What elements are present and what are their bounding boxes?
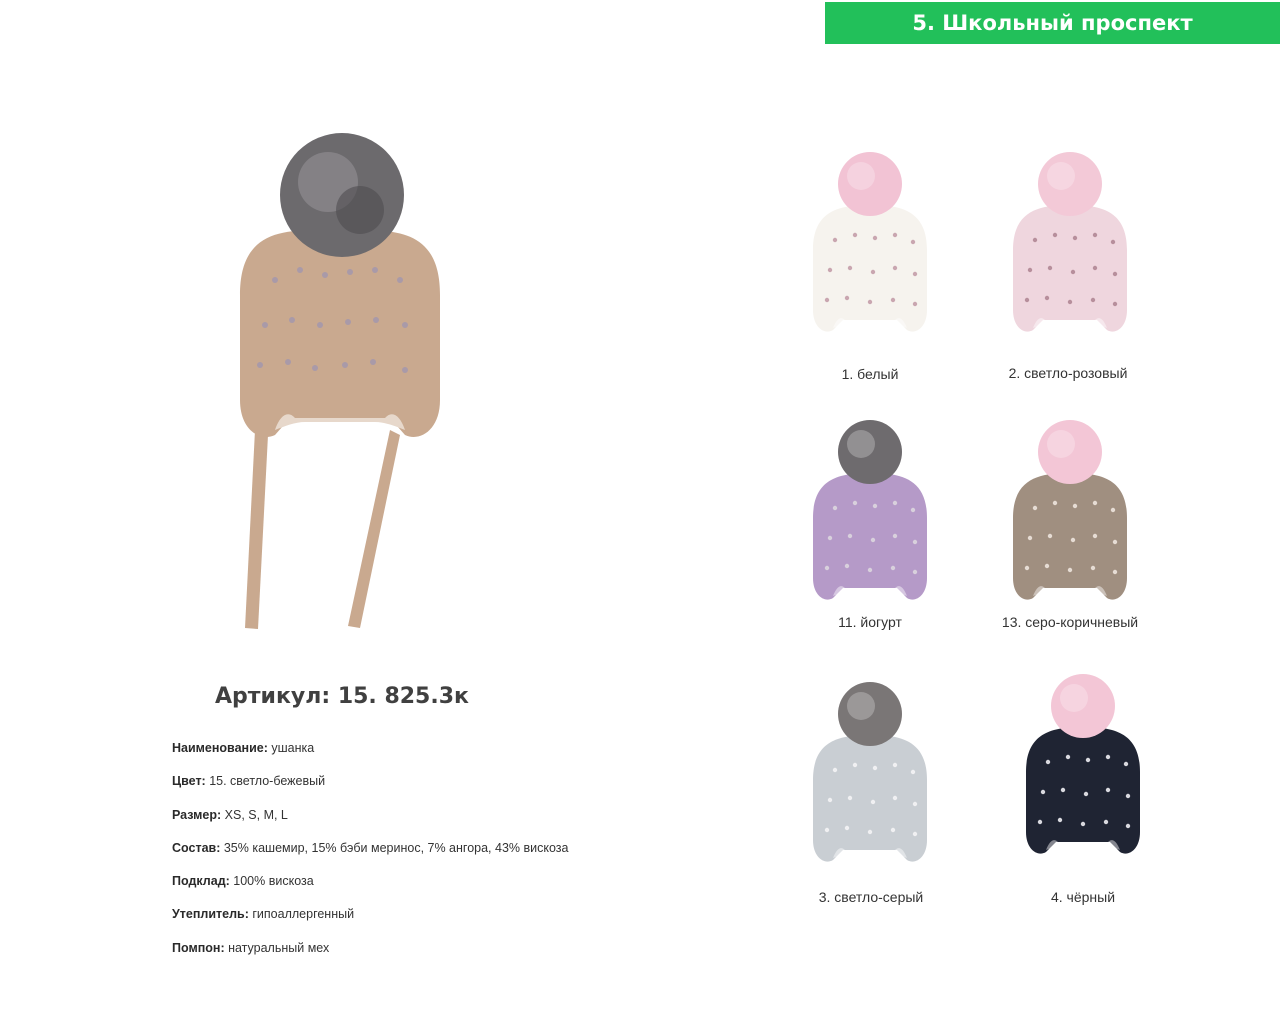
spec-label: Размер: — [172, 807, 222, 822]
article-number: Артикул: 15. 825.3к — [215, 684, 469, 709]
variant-caption: 1. белый — [841, 366, 899, 382]
spec-label: Наименование: — [172, 741, 268, 755]
spec-row-composition: Состав: 35% кашемир, 15% бэби меринос, 7… — [172, 840, 692, 873]
tie-left — [245, 430, 268, 629]
tie-right — [348, 430, 400, 628]
variant-caption: 2. светло-розовый — [1008, 365, 1128, 381]
variant-caption: 4. чёрный — [1050, 889, 1116, 905]
variant-hat-image — [813, 682, 927, 862]
spec-label: Цвет: — [172, 774, 206, 789]
spec-value: натуральный мех — [224, 940, 330, 955]
variant-hat-image — [813, 152, 927, 332]
variant-hat-image — [1013, 152, 1127, 332]
spec-value: XS, S, M, L — [221, 807, 288, 822]
spec-value: 35% кашемир, 15% бэби меринос, 7% ангора… — [220, 840, 569, 855]
spec-value: 15. светло-бежевый — [205, 774, 326, 789]
variant-card[interactable] — [785, 680, 955, 880]
spec-list: Наименование: ушанка Цвет: 15. светло-бе… — [172, 740, 692, 973]
variant-card[interactable] — [985, 418, 1155, 618]
spec-row-insulation: Утеплитель: гипоаллергенный — [172, 906, 692, 939]
hat-body — [240, 229, 440, 437]
variant-card[interactable] — [785, 418, 955, 618]
header-bar: 5. Школьный проспект — [825, 2, 1280, 44]
variant-hat-image — [1026, 674, 1140, 854]
page-title: 5. Школьный проспект — [912, 11, 1193, 35]
variant-card[interactable] — [985, 150, 1155, 350]
variant-card[interactable] — [998, 672, 1168, 872]
variant-caption: 11. йогурт — [838, 614, 902, 630]
spec-label: Подклад: — [172, 874, 230, 889]
spec-row-pompom: Помпон: натуральный мех — [172, 940, 692, 973]
spec-value: гипоаллергенный — [248, 907, 355, 922]
variant-caption: 3. светло-серый — [818, 889, 924, 905]
spec-label: Состав: — [172, 840, 221, 855]
spec-label: Помпон: — [172, 940, 225, 955]
spec-row-color: Цвет: 15. светло-бежевый — [172, 773, 692, 806]
hat-illustration — [240, 133, 440, 629]
spec-value: 100% вискоза — [229, 874, 314, 889]
spec-row-size: Размер: XS, S, M, L — [172, 807, 692, 840]
spec-row-lining: Подклад: 100% вискоза — [172, 873, 692, 906]
variant-hat-image — [1013, 420, 1127, 600]
variant-card[interactable] — [785, 150, 955, 350]
spec-label: Утеплитель: — [172, 907, 249, 922]
main-product-image — [200, 130, 480, 640]
variant-hat-image — [813, 420, 927, 600]
spec-value: ушанка — [267, 741, 315, 755]
variant-caption: 13. серо-коричневый — [1001, 614, 1139, 630]
spec-row-name: Наименование: ушанка — [172, 740, 692, 773]
